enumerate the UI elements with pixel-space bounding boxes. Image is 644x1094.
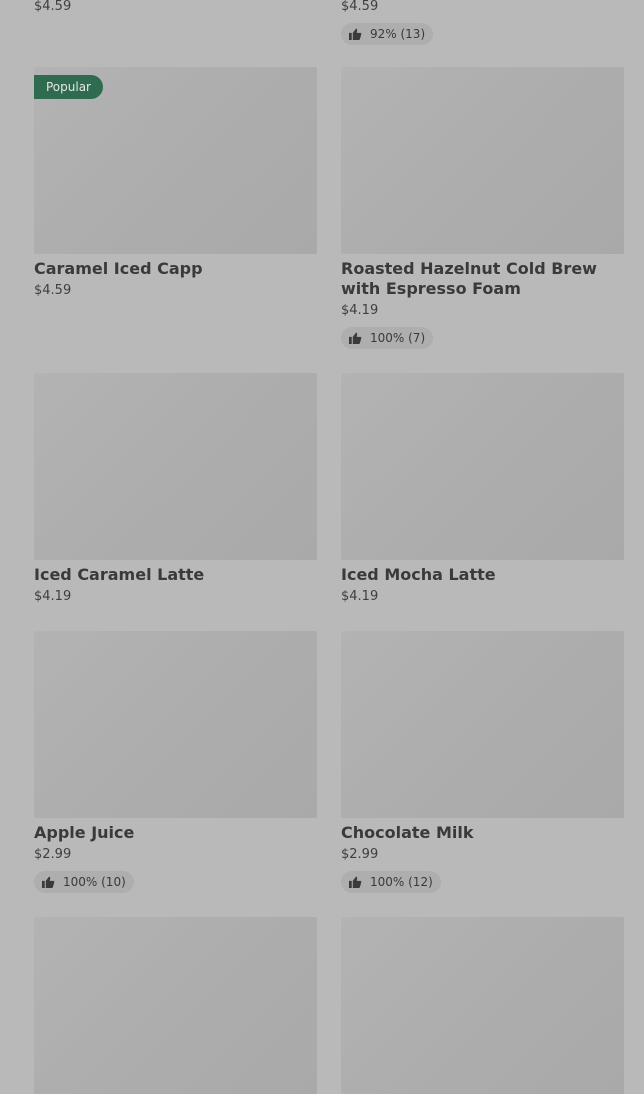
product-card[interactable]: Apple Juice $2.99 100% (10) (34, 631, 317, 893)
product-price: $4.59 (34, 283, 72, 298)
product-name: Apple Juice (34, 823, 135, 842)
product-image (341, 67, 624, 254)
product-name: Roasted Hazelnut Cold Brew with Espresso… (341, 259, 597, 298)
product-card[interactable]: Iced Caramel Latte $4.19 (34, 373, 317, 607)
partial-product-card-left[interactable]: $4.59 (34, 0, 71, 17)
product-name: Iced Mocha Latte (341, 565, 496, 584)
product-card[interactable]: Chocolate Milk $2.99 100% (12) (341, 631, 624, 893)
thumbs-up-icon (42, 876, 55, 888)
product-image (34, 373, 317, 560)
product-card[interactable]: Iced Mocha Latte $4.19 (341, 373, 624, 607)
product-name: Chocolate Milk (341, 823, 474, 842)
thumbs-up-icon (349, 332, 362, 344)
rating-text: 100% (7) (370, 331, 426, 345)
rating-text: 92% (13) (370, 27, 426, 41)
popular-badge: Popular (34, 75, 103, 99)
product-price: $4.59 (341, 0, 379, 14)
product-name: Caramel Iced Capp (34, 259, 203, 278)
partial-product-card-right[interactable]: $4.59 92% (13) (341, 0, 434, 45)
product-price: $4.19 (34, 589, 72, 604)
product-image (341, 373, 624, 560)
product-name: Iced Caramel Latte (34, 565, 205, 584)
rating-badge: 100% (10) (34, 871, 134, 893)
product-price: $2.99 (34, 847, 72, 862)
product-image (34, 917, 317, 1094)
rating-text: 100% (12) (370, 875, 433, 889)
product-image (34, 631, 317, 818)
rating-badge: 100% (12) (341, 871, 441, 893)
product-card[interactable]: Roasted Hazelnut Cold Brew with Espresso… (341, 67, 624, 349)
product-price: $4.19 (341, 589, 379, 604)
rating-badge: 92% (13) (341, 23, 434, 45)
product-image (341, 917, 624, 1094)
product-card[interactable]: Popular Caramel Iced Capp $4.59 (34, 67, 317, 301)
rating-text: 100% (10) (63, 875, 126, 889)
product-price: $4.19 (341, 303, 379, 318)
thumbs-up-icon (349, 28, 362, 40)
product-card[interactable] (341, 917, 624, 1094)
product-image: Popular (34, 67, 317, 254)
product-image (341, 631, 624, 818)
product-price: $2.99 (341, 847, 379, 862)
product-card[interactable] (34, 917, 317, 1094)
product-price: $4.59 (34, 0, 72, 14)
thumbs-up-icon (349, 876, 362, 888)
rating-badge: 100% (7) (341, 327, 434, 349)
